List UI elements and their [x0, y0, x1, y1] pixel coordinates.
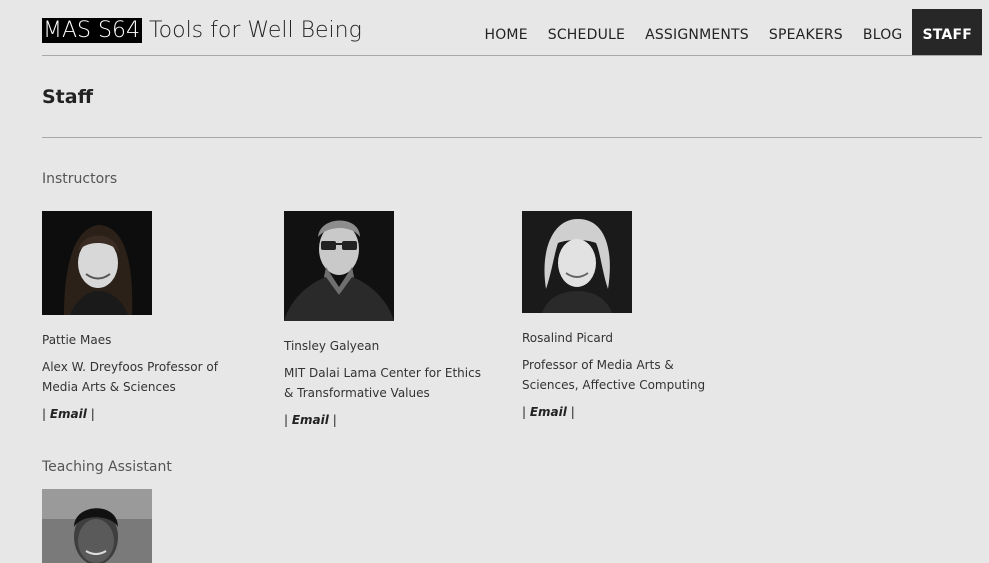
email-separator: |: [86, 407, 95, 421]
nav-staff[interactable]: STAFF: [912, 9, 982, 55]
nav-schedule[interactable]: SCHEDULE: [538, 9, 635, 55]
instructor-photo: [522, 211, 632, 313]
course-code: MAS S64: [42, 18, 142, 43]
instructor-card: Tinsley Galyean MIT Dalai Lama Center fo…: [284, 211, 494, 427]
email-separator: |: [42, 407, 50, 421]
email-link[interactable]: Email: [50, 407, 87, 421]
instructor-email: | Email |: [284, 413, 494, 427]
instructor-email: | Email |: [522, 405, 727, 419]
nav-assignments[interactable]: ASSIGNMENTS: [635, 9, 759, 55]
nav-speakers[interactable]: SPEAKERS: [759, 9, 853, 55]
instructor-role: Professor of Media Arts & Sciences, Affe…: [522, 358, 706, 392]
instructors-heading: Instructors: [42, 171, 118, 187]
instructor-name: Pattie Maes: [42, 333, 112, 347]
email-link[interactable]: Email: [292, 413, 329, 427]
instructor-role: MIT Dalai Lama Center for Ethics & Trans…: [284, 366, 481, 400]
email-separator: |: [566, 405, 575, 419]
title-divider: [42, 137, 982, 138]
email-separator: |: [328, 413, 337, 427]
email-separator: |: [284, 413, 292, 427]
instructor-card: Pattie Maes Alex W. Dreyfoos Professor o…: [42, 211, 257, 421]
ta-card: [42, 489, 257, 563]
instructor-photo: [42, 211, 152, 315]
site-logo[interactable]: MAS S64 Tools for Well Being: [42, 18, 362, 44]
instructor-role: Alex W. Dreyfoos Professor of Media Arts…: [42, 360, 218, 394]
teaching-assistant-heading: Teaching Assistant: [42, 459, 172, 475]
main-nav: HOME SCHEDULE ASSIGNMENTS SPEAKERS BLOG …: [474, 9, 982, 55]
page-title: Staff: [42, 86, 93, 108]
header-divider: [42, 55, 982, 56]
course-title: Tools for Well Being: [148, 18, 362, 43]
nav-blog[interactable]: BLOG: [853, 9, 913, 55]
instructor-photo: [284, 211, 394, 321]
email-separator: |: [522, 405, 530, 419]
email-link[interactable]: Email: [530, 405, 567, 419]
instructor-name: Rosalind Picard: [522, 331, 614, 345]
instructor-email: | Email |: [42, 407, 257, 421]
page: MAS S64 Tools for Well Being HOME SCHEDU…: [0, 0, 989, 563]
instructor-card: Rosalind Picard Professor of Media Arts …: [522, 211, 727, 419]
ta-photo: [42, 489, 152, 563]
instructor-name: Tinsley Galyean: [284, 339, 380, 353]
nav-home[interactable]: HOME: [474, 9, 537, 55]
